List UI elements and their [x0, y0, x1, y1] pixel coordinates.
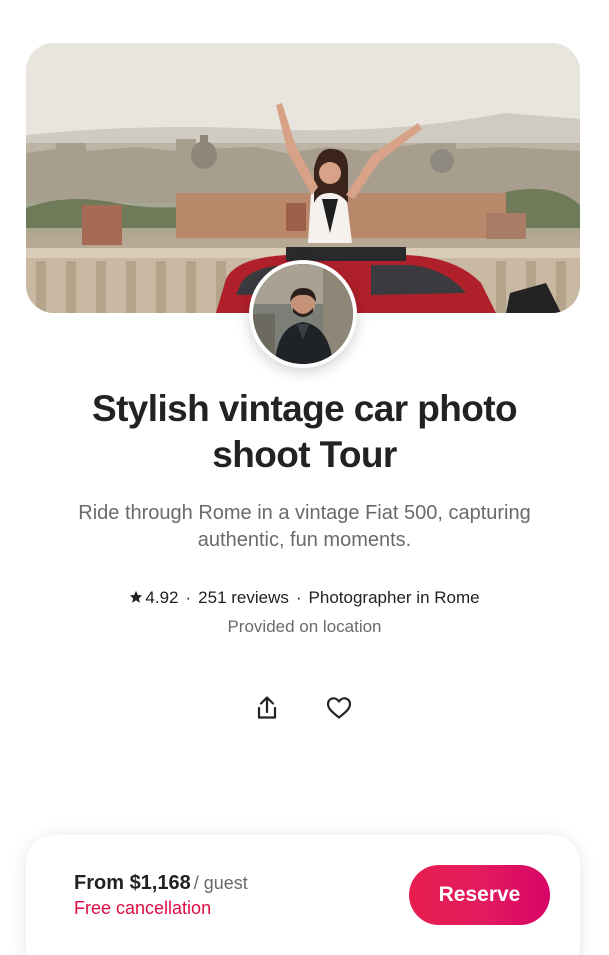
- host-role: Photographer in Rome: [308, 588, 480, 607]
- price-amount: $1,168: [129, 872, 191, 894]
- experience-description: Ride through Rome in a vintage Fiat 500,…: [78, 502, 531, 551]
- price-line: From $1,168/ guest: [74, 872, 248, 895]
- rating-value: 4.92: [145, 588, 179, 607]
- experience-page: Stylish vintage car photo shoot Tour Rid…: [0, 0, 609, 955]
- price-unit: / guest: [193, 873, 248, 893]
- share-button[interactable]: [252, 693, 282, 723]
- share-icon: [257, 696, 277, 719]
- host-avatar[interactable]: [249, 260, 357, 368]
- action-buttons: [250, 693, 360, 723]
- location-note: Provided on location: [227, 617, 382, 636]
- host-avatar-illustration: [253, 264, 353, 364]
- booking-bar: From $1,168/ guest Free cancellation Res…: [26, 835, 580, 955]
- price-prefix: From: [74, 872, 124, 894]
- reviews-link[interactable]: 251 reviews: [198, 588, 289, 607]
- star-icon: [130, 590, 143, 603]
- heart-icon: [326, 697, 352, 719]
- separator-dot: ·: [295, 588, 302, 607]
- experience-title: Stylish vintage car photo shoot Tour: [92, 388, 518, 475]
- reserve-button[interactable]: Reserve: [409, 865, 550, 925]
- rating-row: 4.92 · 251 reviews · Photographer in Rome: [0, 588, 609, 608]
- separator-dot: ·: [185, 588, 192, 607]
- save-button[interactable]: [324, 693, 354, 723]
- free-cancellation[interactable]: Free cancellation: [74, 898, 211, 919]
